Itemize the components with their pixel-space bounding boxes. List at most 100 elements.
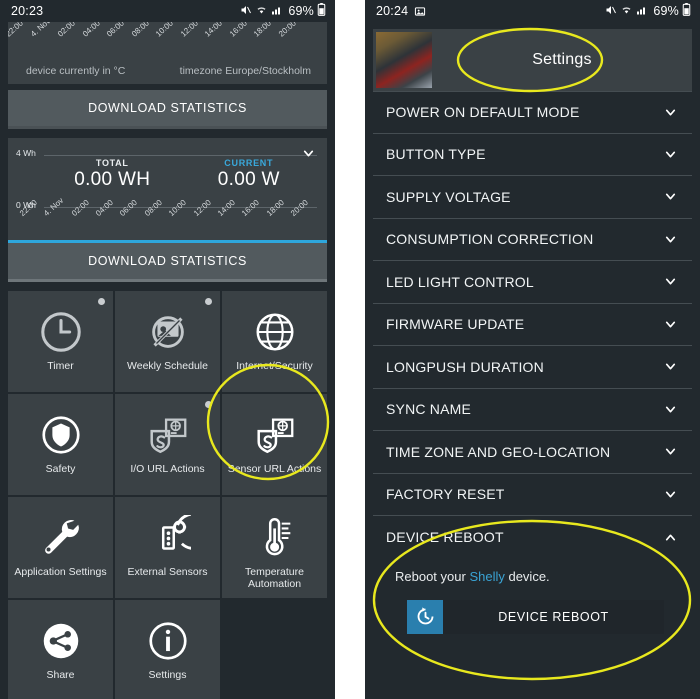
download-statistics-button-2[interactable]: DOWNLOAD STATISTICS xyxy=(8,243,327,282)
current-label: CURRENT xyxy=(224,158,274,168)
settings-row-button-type[interactable]: BUTTON TYPE xyxy=(373,134,692,176)
tile-label: Weekly Schedule xyxy=(127,360,208,372)
tile-timer[interactable]: Timer xyxy=(8,291,113,392)
tile-weekly-schedule[interactable]: Weekly Schedule xyxy=(115,291,220,392)
chevron-down-icon xyxy=(661,190,680,203)
battery-icon xyxy=(317,3,326,19)
total-readout: TOTAL 0.00 WH xyxy=(44,158,181,191)
chevron-down-icon xyxy=(661,233,680,246)
chevron-down-icon xyxy=(661,275,680,288)
settings-row-label: FIRMWARE UPDATE xyxy=(386,316,525,333)
timezone-label: timezone Europe/Stockholm xyxy=(179,65,311,77)
axis-tick: 06:00 xyxy=(118,197,140,218)
tile-external-sensors[interactable]: External Sensors xyxy=(115,497,220,598)
axis-tick: 12:00 xyxy=(191,197,213,218)
share-icon xyxy=(38,615,84,667)
statistics-chart-area: 22:00 4. Nov 02:00 04:00 06:00 08:00 10:… xyxy=(8,22,327,84)
chevron-down-icon xyxy=(661,445,680,458)
statistics-time-axis: 22:00 4. Nov 02:00 04:00 06:00 08:00 10:… xyxy=(8,22,327,52)
download-statistics-button-1[interactable]: DOWNLOAD STATISTICS xyxy=(8,90,327,129)
settings-row-factory-reset[interactable]: FACTORY RESET xyxy=(373,474,692,516)
axis-tick: 18:00 xyxy=(252,22,274,39)
tile-label: External Sensors xyxy=(127,566,208,578)
wrench-icon xyxy=(38,512,84,564)
axis-tick: 20:00 xyxy=(288,197,310,218)
badge-dot xyxy=(205,298,212,305)
right-phone-screen: 20:24 69% Settings POWER ON DEFAULT MODE… xyxy=(365,0,700,699)
wifi-icon xyxy=(255,4,268,19)
tile-internet-security[interactable]: Internet/Security xyxy=(222,291,327,392)
device-reboot-button[interactable]: DEVICE REBOOT xyxy=(407,599,664,634)
settings-row-label: SUPPLY VOLTAGE xyxy=(386,188,511,205)
chevron-down-icon xyxy=(661,106,680,119)
axis-tick: 16:00 xyxy=(240,197,262,218)
statistics-meta: device currently in °C timezone Europe/S… xyxy=(8,52,327,77)
weekly-schedule-icon xyxy=(145,306,191,358)
settings-row-time-zone-and-geo-location[interactable]: TIME ZONE AND GEO-LOCATION xyxy=(373,431,692,474)
settings-row-device-reboot[interactable]: DEVICE REBOOT xyxy=(373,516,692,559)
settings-row-label: SYNC NAME xyxy=(386,401,472,418)
thermometer-icon xyxy=(252,512,298,564)
tile-label: Temperature Automation xyxy=(245,566,304,590)
sensor-url-actions-icon xyxy=(252,409,298,461)
tile-share[interactable]: Share xyxy=(8,600,113,699)
axis-tick: 02:00 xyxy=(69,197,91,218)
badge-dot xyxy=(98,298,105,305)
tile-sensor-url-actions[interactable]: Sensor URL Actions xyxy=(222,394,327,495)
energy-time-axis: 22:00 4. Nov 02:00 04:00 06:00 08:00 10:… xyxy=(8,196,327,218)
settings-row-label: LONGPUSH DURATION xyxy=(386,358,544,375)
device-reboot-button-label: DEVICE REBOOT xyxy=(443,599,664,634)
chevron-down-icon xyxy=(661,318,680,331)
battery-icon xyxy=(682,3,691,19)
current-readout: CURRENT 0.00 W xyxy=(181,158,318,191)
axis-tick: 20:00 xyxy=(276,22,298,39)
signal-icon xyxy=(636,4,648,19)
energy-readouts: TOTAL 0.00 WH CURRENT 0.00 W xyxy=(44,158,317,191)
statistics-card: 22:00 4. Nov 02:00 04:00 06:00 08:00 10:… xyxy=(8,22,327,84)
restore-clock-icon xyxy=(407,599,443,634)
settings-row-firmware-update[interactable]: FIRMWARE UPDATE xyxy=(373,304,692,346)
page-title: Settings xyxy=(532,51,592,68)
settings-row-label: BUTTON TYPE xyxy=(386,146,486,163)
axis-tick: 02:00 xyxy=(56,22,77,39)
battery-percent: 69% xyxy=(288,4,314,18)
chevron-down-icon xyxy=(661,148,680,161)
wifi-icon xyxy=(620,4,633,19)
device-photo-thumbnail[interactable] xyxy=(376,32,432,88)
left-phone-screen: 20:23 69% 22:00 4. Nov 02:00 04:00 06:00… xyxy=(0,0,335,699)
status-time: 20:23 xyxy=(11,4,44,18)
axis-tick: 10:00 xyxy=(167,197,189,218)
axis-tick: 14:00 xyxy=(203,22,225,39)
total-value: 0.00 WH xyxy=(74,169,151,190)
settings-row-longpush-duration[interactable]: LONGPUSH DURATION xyxy=(373,346,692,389)
feature-tile-grid: Timer Weekly Schedule Internet/Security … xyxy=(8,291,327,699)
mute-icon xyxy=(239,4,252,19)
energy-card: 4 Wh 0 Wh TOTAL 0.00 WH CURRENT 0.00 W 2… xyxy=(8,138,327,282)
chevron-up-icon xyxy=(661,531,680,544)
brand-name: Shelly xyxy=(469,568,505,584)
tile-settings[interactable]: Settings xyxy=(115,600,220,699)
external-sensors-icon xyxy=(145,512,191,564)
tile-application-settings[interactable]: Application Settings xyxy=(8,497,113,598)
settings-row-led-light-control[interactable]: LED LIGHT CONTROL xyxy=(373,261,692,304)
axis-tick: 14:00 xyxy=(215,197,237,218)
settings-row-supply-voltage[interactable]: SUPPLY VOLTAGE xyxy=(373,176,692,219)
chevron-down-icon xyxy=(661,360,680,373)
current-value: 0.00 W xyxy=(217,169,280,190)
settings-row-consumption-correction[interactable]: CONSUMPTION CORRECTION xyxy=(373,219,692,261)
settings-header: Settings xyxy=(373,29,692,91)
settings-row-sync-name[interactable]: SYNC NAME xyxy=(373,389,692,431)
tile-temperature-automation[interactable]: Temperature Automation xyxy=(222,497,327,598)
signal-icon xyxy=(271,4,283,19)
tile-label: Internet/Security xyxy=(236,360,313,372)
status-icons: 69% xyxy=(239,3,326,19)
tile-empty-slot xyxy=(222,600,327,699)
settings-row-label: TIME ZONE AND GEO-LOCATION xyxy=(386,443,611,460)
tile-safety[interactable]: Safety xyxy=(8,394,113,495)
reboot-text-after: device. xyxy=(504,568,550,584)
tile-label: Settings xyxy=(148,669,187,681)
settings-row-power-on-default-mode[interactable]: POWER ON DEFAULT MODE xyxy=(373,91,692,134)
tile-io-url-actions[interactable]: I/O URL Actions xyxy=(115,394,220,495)
left-status-bar: 20:23 69% xyxy=(0,0,335,22)
mute-icon xyxy=(604,4,617,19)
